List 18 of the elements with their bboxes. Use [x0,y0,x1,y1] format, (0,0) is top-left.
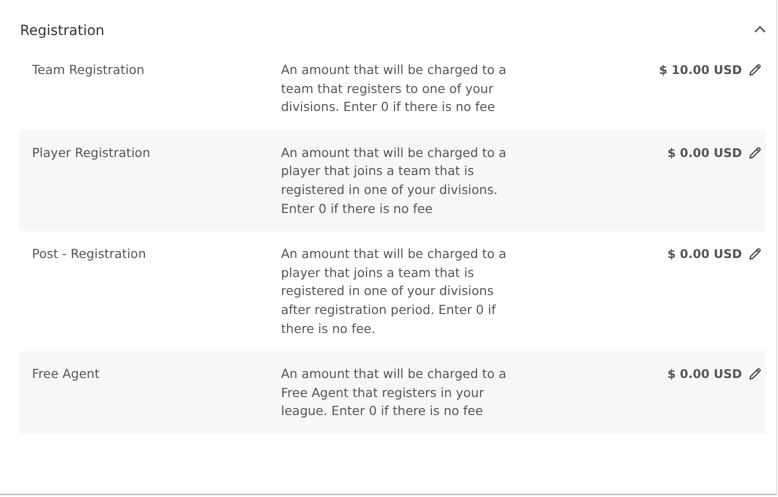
fee-amount: $ 10.00 USD [658,62,742,79]
fee-name: Player Registration [32,144,152,162]
fee-description: An amount that will be charged to a team that registers to one of your divisions. Enter 0 if there is no fee [281,61,508,116]
fee-amount: $ 0.00 USD [667,366,742,384]
fee-name: Post - Registration [32,245,147,264]
edit-icon[interactable] [748,247,762,262]
edit-icon[interactable] [748,367,762,382]
fee-name: Team Registration [32,61,146,79]
edit-icon[interactable] [748,63,762,77]
edit-icon[interactable] [748,146,762,160]
section-title: Registration [20,23,104,39]
fee-amount: $ 0.00 USD [667,246,742,264]
fee-description: An amount that will be charged to a player that joins a team that is registered in one of your divisions. Enter 0 if there is no fee [281,144,508,218]
chevron-icon[interactable] [754,25,766,33]
fee-description: An amount that will be charged to a player that joins a team that is registered in one of your divisions after registration period. Enter 0 if there is no fee. [281,245,508,338]
fee-amount: $ 0.00 USD [667,144,742,162]
fee-description: An amount that will be charged to a Free Agent that registers in your league. Enter 0 if there is no fee [281,365,508,420]
fee-name: Free Agent [32,365,100,384]
